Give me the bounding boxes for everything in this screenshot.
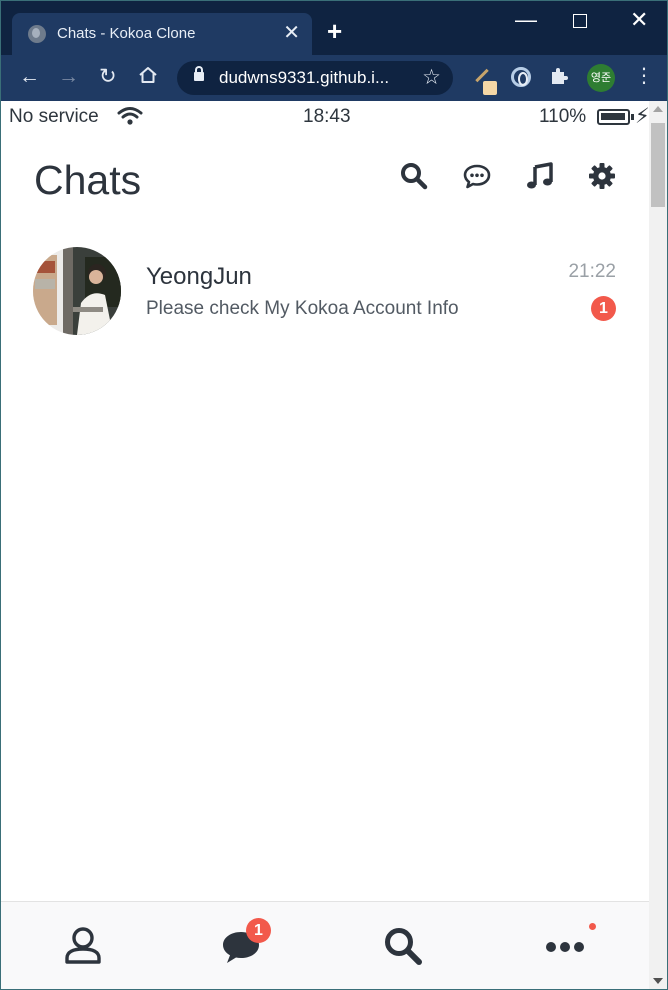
chat-timestamp: 21:22 bbox=[568, 261, 616, 282]
charging-bolt-icon: ⚡ bbox=[635, 105, 649, 128]
wifi-icon bbox=[117, 105, 143, 127]
page-viewport: No service 18:43 110% ⚡ Chats YeongJun P… bbox=[1, 101, 649, 989]
forward-arrow-icon[interactable]: → bbox=[58, 65, 79, 89]
url-text: dudwns9331.github.i... bbox=[219, 68, 390, 87]
clock-text: 18:43 bbox=[303, 106, 351, 127]
lock-icon bbox=[194, 66, 204, 81]
bookmark-star-icon[interactable]: ☆ bbox=[422, 65, 441, 90]
tab-bar: 1 bbox=[1, 901, 649, 989]
browser-toolbar: ← → ↻ dudwns9331.github.i... ☆ 영준 ⋮ bbox=[1, 55, 667, 101]
home-icon[interactable] bbox=[138, 65, 158, 91]
scroll-down-arrow-icon[interactable] bbox=[653, 978, 663, 984]
notification-dot bbox=[589, 923, 596, 930]
extension-pen-icon[interactable] bbox=[471, 67, 497, 95]
chat-list-item[interactable]: YeongJun Please check My Kokoa Account I… bbox=[1, 241, 649, 341]
carrier-text: No service bbox=[9, 106, 99, 127]
chat-preview: Please check My Kokoa Account Info bbox=[146, 298, 459, 319]
profile-avatar[interactable]: 영준 bbox=[587, 64, 615, 92]
avatar bbox=[33, 247, 121, 335]
new-chat-icon[interactable] bbox=[462, 161, 492, 191]
chat-name: YeongJun bbox=[146, 263, 252, 290]
chats-tab-badge: 1 bbox=[246, 918, 271, 943]
new-tab-button[interactable]: + bbox=[327, 17, 342, 45]
maximize-button[interactable] bbox=[573, 14, 587, 28]
music-note-icon[interactable] bbox=[525, 161, 555, 191]
search-icon[interactable] bbox=[399, 161, 429, 191]
battery-icon bbox=[597, 109, 634, 125]
scrollbar-thumb[interactable] bbox=[651, 123, 665, 207]
browser-window: Chats - Kokoa Clone ✕ + — ✕ ← → ↻ dudwns… bbox=[0, 0, 668, 990]
tab-close-button[interactable]: ✕ bbox=[283, 22, 300, 44]
page-title: Chats bbox=[34, 157, 142, 203]
gear-icon[interactable] bbox=[587, 161, 617, 191]
extensions-puzzle-icon[interactable] bbox=[549, 66, 569, 92]
battery-percent: 110% bbox=[539, 106, 587, 127]
address-bar[interactable]: dudwns9331.github.i... ☆ bbox=[177, 61, 453, 95]
back-arrow-icon[interactable]: ← bbox=[19, 65, 40, 89]
reload-icon[interactable]: ↻ bbox=[99, 65, 117, 89]
minimize-button[interactable]: — bbox=[515, 7, 537, 33]
status-bar: No service 18:43 110% ⚡ bbox=[1, 101, 649, 133]
unread-badge: 1 bbox=[591, 296, 616, 321]
tab-title: Chats - Kokoa Clone bbox=[57, 25, 196, 42]
kebab-menu-icon[interactable]: ⋮ bbox=[634, 64, 654, 88]
browser-tab[interactable]: Chats - Kokoa Clone ✕ bbox=[12, 13, 312, 55]
tab-find-search-icon[interactable] bbox=[381, 924, 425, 968]
close-window-button[interactable]: ✕ bbox=[630, 7, 648, 33]
page-scrollbar[interactable] bbox=[649, 101, 667, 989]
tab-more-ellipsis-icon[interactable] bbox=[543, 924, 587, 968]
globe-icon bbox=[28, 25, 46, 43]
extension-circle-icon[interactable] bbox=[511, 67, 531, 87]
scroll-up-arrow-icon[interactable] bbox=[653, 106, 663, 112]
browser-title-bar: Chats - Kokoa Clone ✕ + — ✕ bbox=[1, 1, 667, 55]
tab-friends-user-icon[interactable] bbox=[61, 924, 105, 968]
